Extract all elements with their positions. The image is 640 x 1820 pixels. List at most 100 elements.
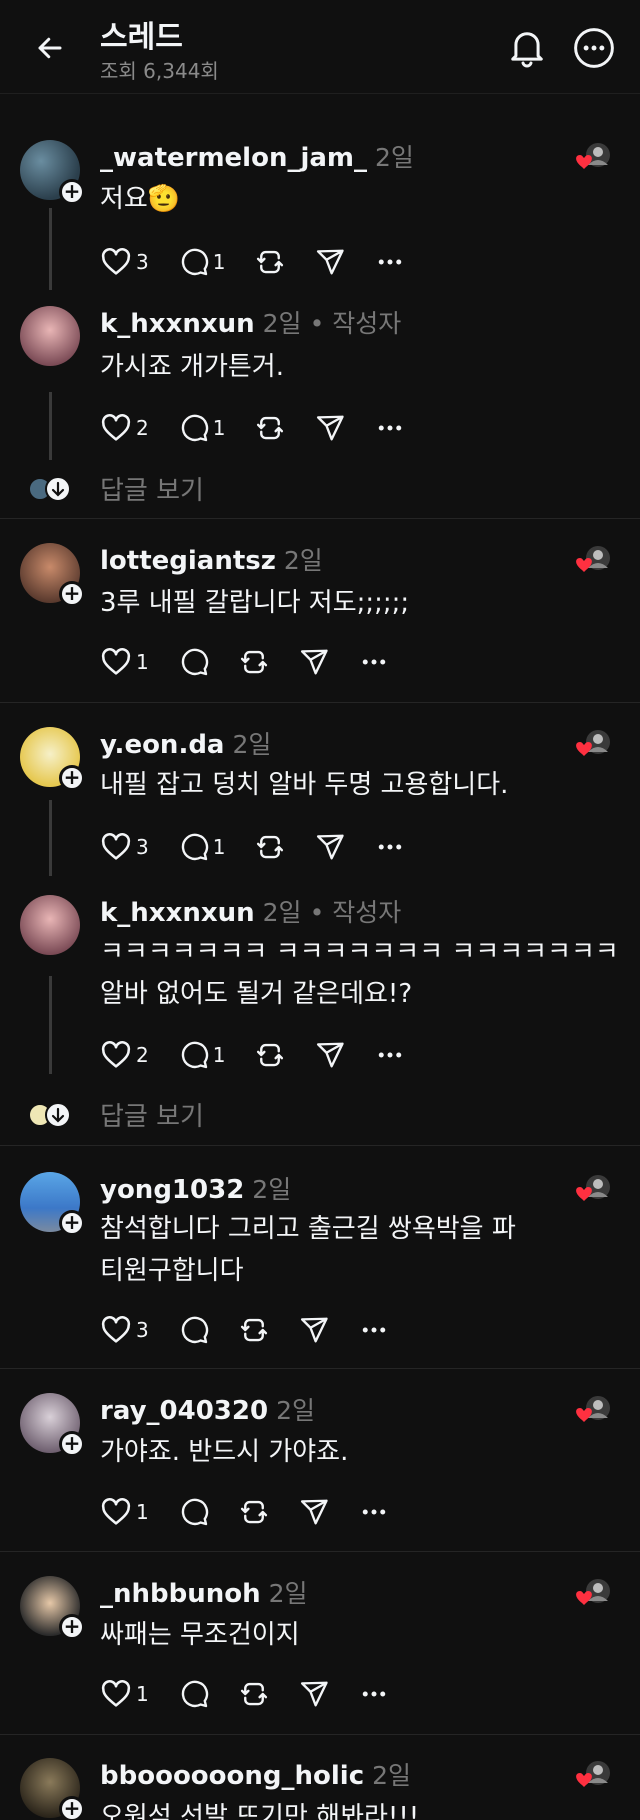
reply-button[interactable]: 1 bbox=[179, 413, 226, 443]
more-button[interactable] bbox=[375, 832, 405, 862]
repost-icon bbox=[255, 247, 285, 277]
username[interactable]: k_hxxnxun 2일 • 작성자 bbox=[100, 304, 401, 340]
repost-icon bbox=[239, 1315, 269, 1345]
username[interactable]: ray_040320 2일 bbox=[100, 1391, 315, 1427]
reply-button[interactable]: 1 bbox=[179, 247, 225, 277]
timestamp: 2일 bbox=[276, 1396, 315, 1425]
comment-icon bbox=[179, 247, 209, 277]
share-button[interactable] bbox=[315, 832, 345, 862]
reply-button[interactable] bbox=[179, 1679, 209, 1709]
more-button[interactable] bbox=[375, 1040, 405, 1070]
reply-count: 1 bbox=[212, 416, 226, 440]
heart-icon bbox=[100, 1314, 132, 1346]
comment-text: ㅋㅋㅋㅋㅋㅋㅋ ㅋㅋㅋㅋㅋㅋㅋ ㅋㅋㅋㅋㅋㅋㅋ 알바 없어도 될거 같은데요!? bbox=[100, 937, 619, 1009]
like-button[interactable]: 3 bbox=[100, 1314, 149, 1346]
more-button[interactable] bbox=[359, 1497, 389, 1527]
comment-icon bbox=[179, 1040, 209, 1070]
action-bar: 1 bbox=[100, 644, 419, 680]
thread-line bbox=[49, 392, 52, 460]
author-tag: • 작성자 bbox=[309, 898, 402, 927]
avatar[interactable] bbox=[20, 895, 80, 955]
arrow-left-icon bbox=[38, 37, 62, 59]
author-liked-badge-icon bbox=[572, 1577, 612, 1611]
share-button[interactable] bbox=[299, 1679, 329, 1709]
more-button[interactable] bbox=[359, 647, 389, 677]
divider bbox=[0, 1734, 640, 1735]
view-replies-link[interactable]: 답글 보기 bbox=[100, 1096, 204, 1133]
share-button[interactable] bbox=[299, 1497, 329, 1527]
like-button[interactable]: 3 bbox=[100, 246, 149, 278]
repost-button[interactable] bbox=[239, 1497, 269, 1527]
follow-plus-icon[interactable]: + bbox=[59, 1614, 85, 1640]
username[interactable]: y.eon.da 2일 bbox=[100, 725, 271, 761]
divider bbox=[0, 1551, 640, 1552]
username[interactable]: _watermelon_jam_ 2일 bbox=[100, 138, 414, 174]
more-options-button[interactable] bbox=[572, 26, 616, 70]
more-button[interactable] bbox=[375, 413, 405, 443]
timestamp: 2일 bbox=[262, 309, 302, 338]
avatar[interactable] bbox=[20, 306, 80, 366]
more-button[interactable] bbox=[359, 1679, 389, 1709]
share-button[interactable] bbox=[299, 1315, 329, 1345]
back-button[interactable] bbox=[30, 28, 70, 68]
like-button[interactable]: 2 bbox=[100, 412, 149, 444]
repost-button[interactable] bbox=[239, 1315, 269, 1345]
like-button[interactable]: 3 bbox=[100, 831, 149, 863]
comment-text: 싸패는 무조건이지 bbox=[100, 1620, 300, 1650]
notifications-button[interactable] bbox=[505, 24, 549, 72]
comment-text: 참석합니다 그리고 출근길 쌍욕박을 파티원구합니다 bbox=[100, 1214, 516, 1286]
like-button[interactable]: 1 bbox=[100, 646, 149, 678]
repost-button[interactable] bbox=[239, 647, 269, 677]
action-bar: 1 bbox=[100, 1494, 419, 1530]
action-bar: 3 bbox=[100, 1312, 419, 1348]
username[interactable]: lottegiantsz 2일 bbox=[100, 541, 323, 577]
like-count: 1 bbox=[136, 1682, 149, 1706]
action-bar: 2 1 bbox=[100, 1037, 435, 1073]
share-button[interactable] bbox=[315, 247, 345, 277]
author-liked-badge-icon bbox=[572, 141, 612, 175]
heart-icon bbox=[100, 1039, 132, 1071]
comment-text: 저요🫡 bbox=[100, 184, 181, 214]
divider bbox=[0, 702, 640, 703]
follow-plus-icon[interactable]: + bbox=[59, 1431, 85, 1457]
like-button[interactable]: 2 bbox=[100, 1039, 149, 1071]
username[interactable]: yong1032 2일 bbox=[100, 1170, 291, 1206]
send-icon bbox=[315, 247, 345, 277]
repost-button[interactable] bbox=[239, 1679, 269, 1709]
repost-button[interactable] bbox=[255, 413, 285, 443]
comment-text: 가시죠 개가튼거. bbox=[100, 352, 284, 382]
follow-plus-icon[interactable]: + bbox=[59, 179, 85, 205]
repost-button[interactable] bbox=[255, 1040, 285, 1070]
username[interactable]: _nhbbunoh 2일 bbox=[100, 1574, 308, 1610]
like-button[interactable]: 1 bbox=[100, 1678, 149, 1710]
repost-button[interactable] bbox=[255, 832, 285, 862]
reply-button[interactable]: 1 bbox=[179, 832, 225, 862]
heart-icon bbox=[100, 831, 132, 863]
follow-plus-icon[interactable]: + bbox=[59, 1210, 85, 1236]
repost-button[interactable] bbox=[255, 247, 285, 277]
author-liked-badge-icon bbox=[572, 544, 612, 578]
share-button[interactable] bbox=[315, 1040, 345, 1070]
view-replies-link[interactable]: 답글 보기 bbox=[100, 470, 204, 507]
reply-button[interactable] bbox=[179, 647, 209, 677]
timestamp: 2일 bbox=[372, 1761, 412, 1790]
username[interactable]: bboooooong_holic 2일 bbox=[100, 1756, 411, 1792]
reply-button[interactable]: 1 bbox=[179, 1040, 225, 1070]
comment-text: 3루 내필 갈랍니다 저도;;;;;; bbox=[100, 588, 410, 618]
share-button[interactable] bbox=[315, 413, 345, 443]
more-button[interactable] bbox=[375, 247, 405, 277]
share-button[interactable] bbox=[299, 647, 329, 677]
more-button[interactable] bbox=[359, 1315, 389, 1345]
author-liked-badge-icon bbox=[572, 728, 612, 762]
action-bar: 3 1 bbox=[100, 829, 435, 865]
bell-icon bbox=[511, 32, 543, 68]
like-button[interactable]: 1 bbox=[100, 1496, 149, 1528]
follow-plus-icon[interactable]: + bbox=[59, 765, 85, 791]
heart-icon bbox=[100, 1678, 132, 1710]
ellipsis-icon bbox=[375, 247, 405, 277]
reply-button[interactable] bbox=[179, 1497, 209, 1527]
reply-button[interactable] bbox=[179, 1315, 209, 1345]
follow-plus-icon[interactable]: + bbox=[59, 1796, 85, 1820]
follow-plus-icon[interactable]: + bbox=[59, 581, 85, 607]
username[interactable]: k_hxxnxun 2일 • 작성자 bbox=[100, 893, 401, 929]
